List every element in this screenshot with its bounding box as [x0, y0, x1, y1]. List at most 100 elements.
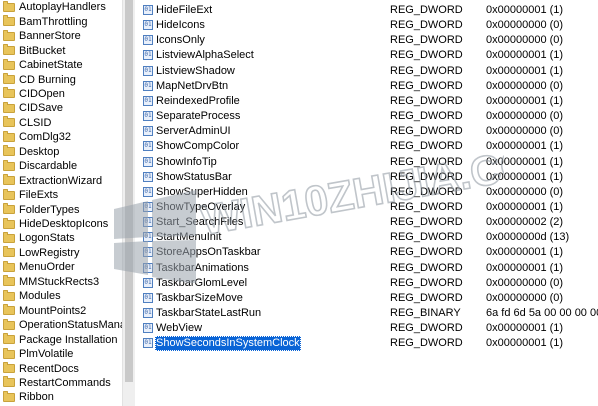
tree-key-item[interactable]: ExtractionWizard	[0, 173, 122, 188]
value-row[interactable]: 01 TaskbarGlomLevel REG_DWORD 0x00000000 (0…	[140, 276, 598, 291]
tree-key-item[interactable]: RestartCommands	[0, 376, 122, 391]
dword-value-icon: 01	[143, 232, 153, 243]
tree-key-item[interactable]: Modules	[0, 289, 122, 304]
value-row[interactable]: 01 MapNetDrvBtn REG_DWORD 0x00000000 (0)	[140, 79, 598, 94]
tree-key-item[interactable]: BannerStore	[0, 29, 122, 44]
tree-key-item[interactable]: BitBucket	[0, 43, 122, 58]
tree-key-label: LowRegistry	[19, 246, 80, 259]
tree-key-item[interactable]: RecentDocs	[0, 361, 122, 376]
tree-key-item[interactable]: CabinetState	[0, 58, 122, 73]
value-data: 0x00000001 (1)	[486, 322, 564, 335]
value-name: ReindexedProfile	[156, 94, 240, 107]
value-row[interactable]: 01 StartMenuInit REG_DWORD 0x0000000d (13)	[140, 230, 598, 245]
tree-scrollbar[interactable]	[122, 0, 135, 406]
value-row[interactable]: 01 TaskbarStateLastRun REG_BINARY 6a fd 6d …	[140, 306, 598, 321]
value-row[interactable]: 01 ShowTypeOverlay REG_DWORD 0x00000001 (1)	[140, 200, 598, 215]
value-row[interactable]: 01 ListviewAlphaSelect REG_DWORD 0x00000001…	[140, 48, 598, 63]
value-name: TaskbarAnimations	[156, 261, 249, 274]
tree-key-item[interactable]: Ribbon	[0, 390, 122, 405]
tree-key-item[interactable]: CLSID	[0, 116, 122, 131]
dword-value-icon: 01	[143, 323, 153, 334]
dword-value-icon: 01	[143, 20, 153, 31]
value-type: REG_DWORD	[390, 94, 463, 107]
tree-key-item[interactable]: ComDlg32	[0, 130, 122, 145]
tree-key-item[interactable]: OperationStatusManager	[0, 318, 122, 333]
value-name: Start_SearchFiles	[156, 216, 244, 229]
tree-key-item[interactable]: Package Installation	[0, 332, 122, 347]
dword-value-icon: 01	[143, 95, 153, 106]
tree-key-item[interactable]: CIDSave	[0, 101, 122, 116]
tree-key-item[interactable]: Desktop	[0, 145, 122, 160]
value-row[interactable]: 01 ReindexedProfile REG_DWORD 0x00000001 (1…	[140, 94, 598, 109]
registry-key-tree: AutoplayHandlers BamThrottling BannerStore…	[0, 0, 122, 406]
tree-key-item[interactable]: FileExts	[0, 188, 122, 203]
tree-key-item[interactable]: LowRegistry	[0, 246, 122, 261]
tree-key-item[interactable]: BamThrottling	[0, 14, 122, 29]
value-row[interactable]: 01 ListviewShadow REG_DWORD 0x00000001 (1)	[140, 64, 598, 79]
value-row[interactable]: 01 TaskbarSizeMove REG_DWORD 0x00000000 (0)	[140, 291, 598, 306]
value-data: 0x00000000 (0)	[486, 125, 564, 138]
tree-key-item[interactable]: PlmVolatile	[0, 347, 122, 362]
value-type: REG_DWORD	[390, 200, 463, 213]
dword-value-icon: 01	[143, 186, 153, 197]
value-name: TaskbarSizeMove	[156, 291, 243, 304]
folder-icon	[3, 87, 15, 99]
value-row[interactable]: 01 HideIcons REG_DWORD 0x00000000 (0)	[140, 18, 598, 33]
value-type: REG_DWORD	[390, 140, 463, 153]
value-row[interactable]: 01 ServerAdminUI REG_DWORD 0x00000000 (0)	[140, 124, 598, 139]
value-row[interactable]: 01 ShowStatusBar REG_DWORD 0x00000001 (1)	[140, 170, 598, 185]
value-row[interactable]: 01 TaskbarAnimations REG_DWORD 0x00000001 (…	[140, 261, 598, 276]
selected-value-row[interactable]: 01 ShowSecondsInSystemClock REG_DWORD 0x000…	[140, 336, 598, 352]
tree-key-item[interactable]: CIDOpen	[0, 87, 122, 102]
tree-key-item[interactable]: AutoplayHandlers	[0, 0, 122, 15]
value-row[interactable]: 01 ShowCompColor REG_DWORD 0x00000001 (1)	[140, 139, 598, 154]
value-name: ServerAdminUI	[156, 125, 231, 138]
folder-icon	[3, 318, 15, 330]
folder-icon	[3, 116, 15, 128]
value-name: HideFileExt	[156, 4, 213, 16]
tree-key-item[interactable]: HideDesktopIcons	[0, 217, 122, 232]
tree-key-item[interactable]: FolderTypes	[0, 202, 122, 217]
tree-key-item[interactable]: MMStuckRects3	[0, 275, 122, 290]
tree-key-item[interactable]: LogonStats	[0, 231, 122, 246]
tree-key-label: Ribbon	[19, 391, 54, 404]
value-data: 0x00000001 (1)	[486, 246, 564, 259]
value-name: StartMenuInit	[156, 231, 222, 244]
folder-icon	[3, 347, 15, 359]
value-name: ShowSuperHidden	[156, 185, 248, 198]
folder-icon	[3, 333, 15, 345]
tree-key-label: RestartCommands	[19, 376, 111, 389]
tree-key-item[interactable]: MountPoints2	[0, 303, 122, 318]
dword-value-icon: 01	[143, 171, 153, 182]
value-data: 0x0000000d (13)	[486, 231, 570, 244]
value-data: 0x00000001 (1)	[486, 49, 564, 62]
value-row[interactable]: 01 ShowInfoTip REG_DWORD 0x00000001 (1)	[140, 155, 598, 170]
dword-value-icon: 01	[143, 35, 153, 46]
value-row[interactable]: 01 Start_SearchFiles REG_DWORD 0x00000002 (…	[140, 215, 598, 230]
dword-value-icon: 01	[143, 277, 153, 288]
value-row[interactable]: 01 SeparateProcess REG_DWORD 0x00000000 (0)	[140, 109, 598, 124]
value-data: 6a fd 6d 5a 00 00 00 00	[486, 307, 598, 319]
tree-key-item[interactable]: MenuOrder	[0, 260, 122, 275]
folder-icon	[3, 15, 15, 27]
value-type: REG_DWORD	[390, 185, 463, 198]
value-row[interactable]: 01 IconsOnly REG_DWORD 0x00000000 (0)	[140, 33, 598, 48]
tree-key-label: MountPoints2	[19, 304, 87, 317]
folder-icon	[3, 304, 15, 316]
value-row[interactable]: 01 HideFileExt REG_DWORD 0x00000001 (1)	[140, 3, 598, 18]
value-data: 0x00000001 (1)	[486, 200, 564, 213]
folder-icon	[3, 376, 15, 388]
value-data: 0x00000001 (1)	[486, 94, 564, 107]
value-row[interactable]: 01 ShowSuperHidden REG_DWORD 0x00000000 (0)	[140, 185, 598, 200]
tree-key-label: CabinetState	[19, 59, 83, 72]
tree-scrollbar-thumb[interactable]	[125, 0, 133, 382]
value-type: REG_DWORD	[390, 322, 463, 335]
tree-key-item[interactable]: Discardable	[0, 159, 122, 174]
folder-icon	[3, 289, 15, 301]
value-name: ListviewShadow	[156, 64, 235, 77]
value-row[interactable]: 01 StoreAppsOnTaskbar REG_DWORD 0x00000001 …	[140, 245, 598, 260]
value-name: TaskbarGlomLevel	[156, 276, 248, 289]
value-type: REG_DWORD	[390, 155, 463, 168]
value-row[interactable]: 01 WebView REG_DWORD 0x00000001 (1)	[140, 321, 598, 336]
tree-key-item[interactable]: CD Burning	[0, 72, 122, 87]
